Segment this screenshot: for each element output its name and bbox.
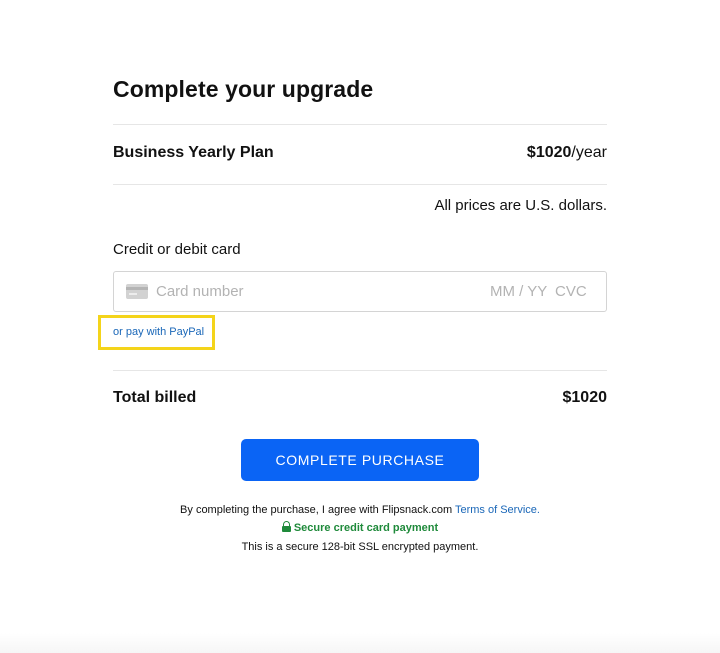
terms-line: By completing the purchase, I agree with… [0,504,720,516]
card-section-label: Credit or debit card [113,241,241,258]
divider-top [113,124,607,125]
plan-name: Business Yearly Plan [113,144,274,161]
card-input-field[interactable]: Card number MM / YY CVC [113,271,607,312]
bottom-shade [0,633,720,653]
secure-payment-line: Secure credit card payment [0,521,720,534]
total-label: Total billed [113,389,197,406]
terms-prefix: By completing the purchase, I agree with… [180,504,455,516]
page-title: Complete your upgrade [113,76,374,102]
currency-note: All prices are U.S. dollars. [434,197,607,214]
divider-plan [113,184,607,185]
complete-purchase-button[interactable]: COMPLETE PURCHASE [241,439,479,481]
plan-price-period: /year [571,144,607,161]
total-value: $1020 [562,389,608,406]
credit-card-icon [126,284,148,299]
card-number-input[interactable]: Card number [156,283,244,300]
ssl-note: This is a secure 128-bit SSL encrypted p… [241,541,479,553]
lock-icon [281,521,291,532]
divider-total [113,370,607,371]
card-cvc-input[interactable]: CVC [555,283,587,300]
paypal-link[interactable]: or pay with PayPal [113,326,204,338]
plan-price: $1020/year [527,144,607,162]
secure-payment-label: Secure credit card payment [293,522,439,534]
plan-price-amount: $1020 [526,144,572,161]
terms-of-service-link[interactable]: Terms of Service. [455,504,540,516]
card-expiry-input[interactable]: MM / YY [490,283,547,300]
